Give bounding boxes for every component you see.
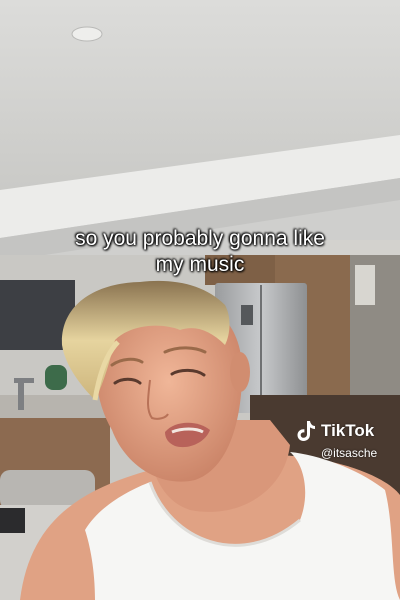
video-caption: so you probably gonna like my music: [0, 226, 400, 278]
caption-line-2: my music: [155, 253, 245, 276]
faucet: [18, 380, 24, 410]
photo-scene: [0, 0, 400, 600]
video-frame: so you probably gonna like my music TikT…: [0, 0, 400, 600]
tiktok-watermark: TikTok: [296, 420, 374, 442]
caption-line-1: so you probably gonna like: [75, 227, 325, 250]
ceiling-light: [71, 26, 103, 42]
ear: [230, 352, 250, 392]
tiktok-note-icon: [297, 421, 315, 441]
tiktok-brand-text: TikTok: [321, 421, 375, 440]
plant: [45, 365, 67, 390]
creator-handle: @itsasche: [321, 446, 378, 460]
